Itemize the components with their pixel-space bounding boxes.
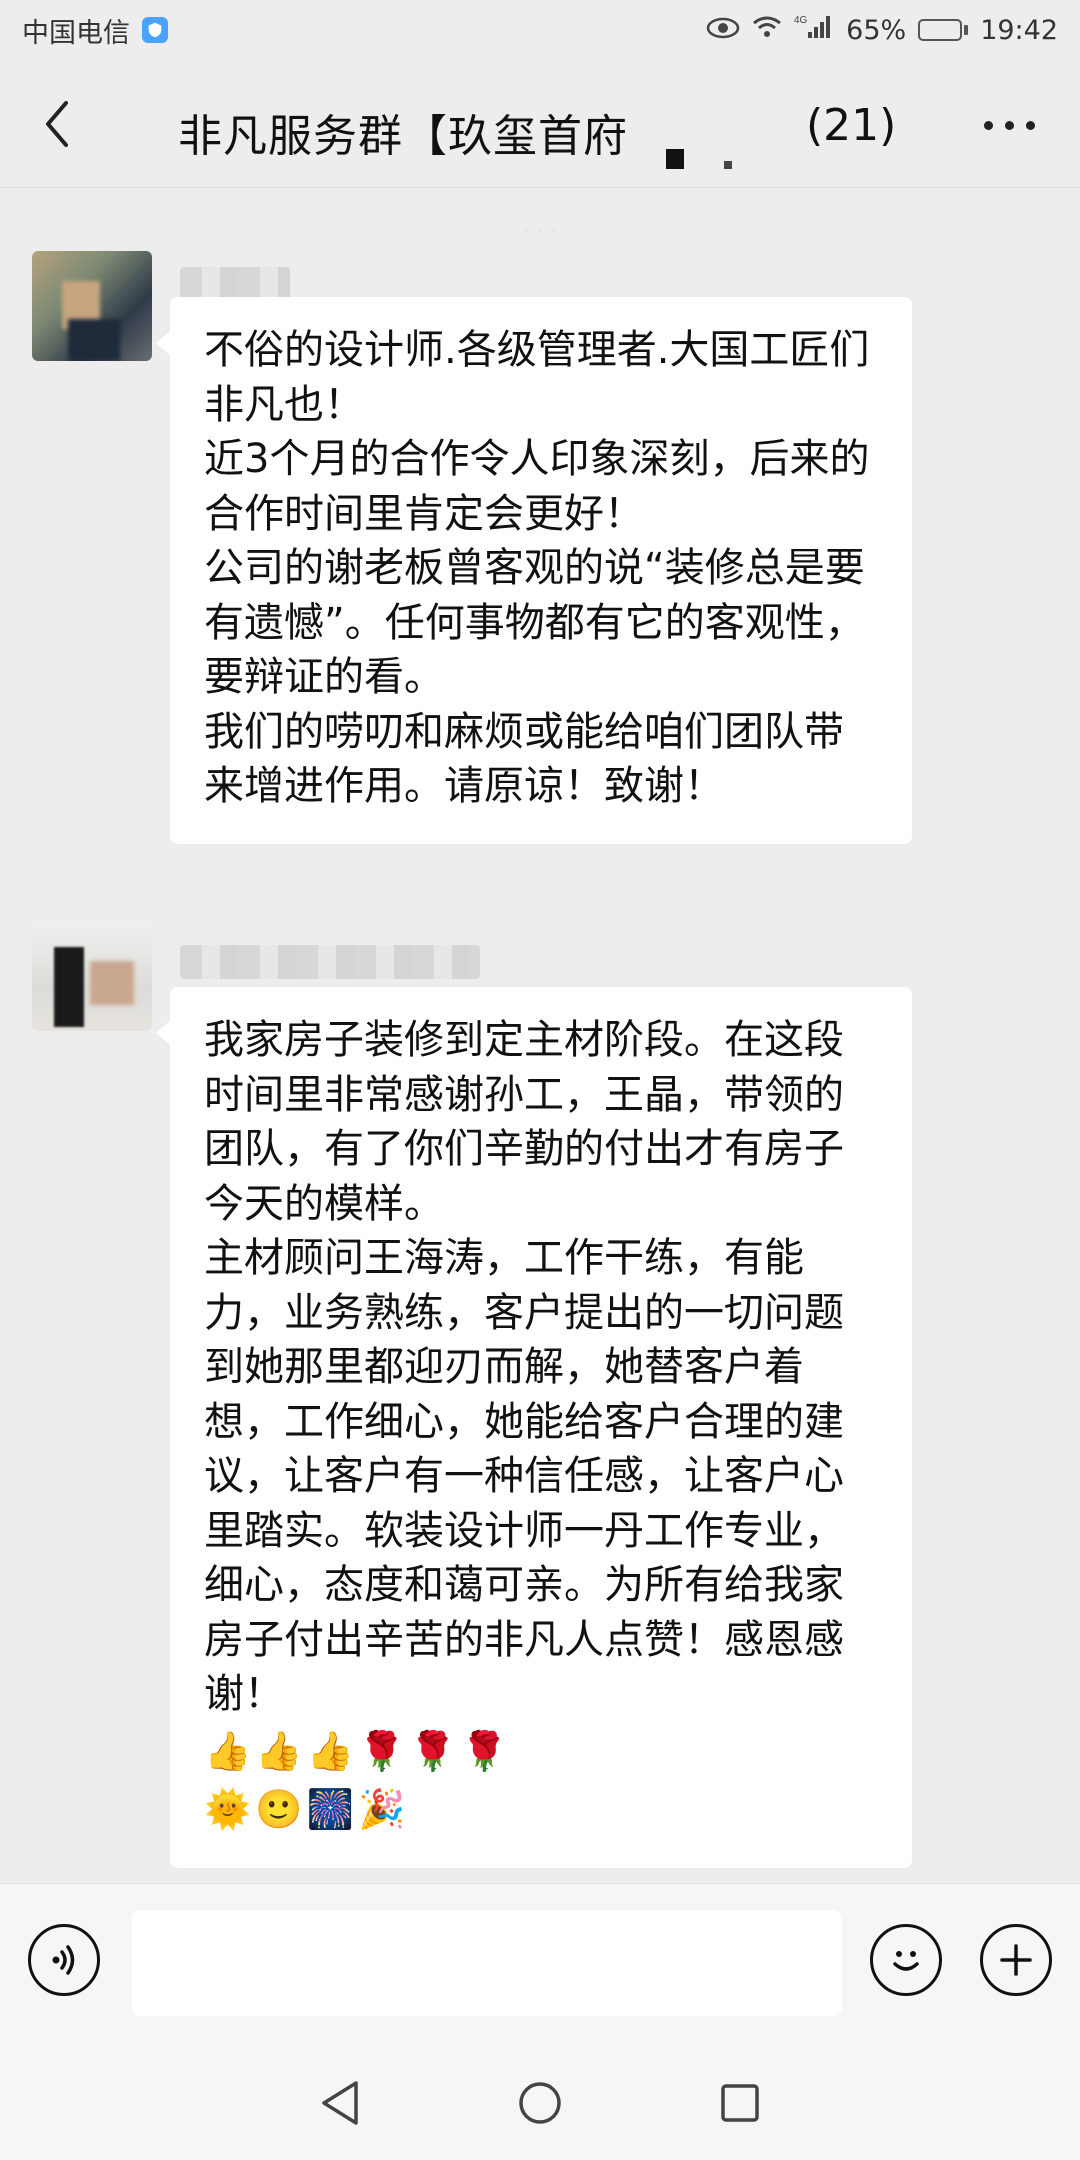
chat-title-text: 非凡服务群【玖玺首府	[178, 111, 628, 162]
smile-emoji: 🙂	[255, 1786, 303, 1831]
input-bar	[0, 1883, 1080, 2044]
status-left: 中国电信	[22, 11, 168, 50]
nav-back-button[interactable]	[310, 2073, 370, 2133]
voice-icon	[52, 1945, 75, 1975]
message-line: 近3个月的合作令人印象深刻，后来的合作时间里肯定会更好！	[204, 436, 870, 537]
nav-home-icon	[519, 2082, 561, 2124]
sun-emoji: 🌞	[204, 1786, 252, 1831]
signal-icon: 4G	[794, 14, 834, 47]
message-line: 公司的谢老板曾客观的说“装修总是要有遗憾”。任何事物都有它的客观性，要辩证的看。	[204, 545, 865, 700]
status-bar: 中国电信 4G 65% 19:42	[0, 0, 1080, 60]
battery-icon	[918, 19, 969, 41]
clock-time: 19:42	[980, 14, 1058, 46]
voice-button[interactable]	[28, 1924, 100, 1996]
rose-emoji: 🌹	[357, 1728, 406, 1773]
svg-text:4G: 4G	[794, 15, 808, 26]
chevron-left-icon	[46, 101, 68, 147]
thumbs-up-emoji: 👍	[204, 1728, 252, 1773]
chat-title: 非凡服务群【玖玺首府	[178, 100, 764, 169]
thumbs-up-emoji: 👍	[255, 1728, 303, 1773]
emoji-icon	[893, 1951, 919, 1971]
nav-recent-icon	[721, 2084, 759, 2122]
message-bubble[interactable]: 不俗的设计师.各级管理者.大国工匠们非凡也！ 近3个月的合作令人印象深刻，后来的…	[156, 297, 912, 844]
message-list[interactable]: 不俗的设计师.各级管理者.大国工匠们非凡也！ 近3个月的合作令人印象深刻，后来的…	[0, 189, 1080, 1879]
message-line: 不俗的设计师.各级管理者.大国工匠们非凡也！	[204, 327, 870, 428]
emoji-button[interactable]	[870, 1924, 942, 1996]
sender-avatar[interactable]	[32, 251, 152, 361]
rose-emoji: 🌹	[460, 1728, 508, 1773]
eye-icon	[706, 15, 740, 46]
message-line: 我家房子装修到定主材阶段。在这段时间里非常感谢孙工，王晶，带领的团队，有了你们辛…	[204, 1017, 844, 1227]
hd-badge-icon	[142, 17, 168, 43]
emoji-row: 🌞 🙂 🎆 🎉	[204, 1780, 878, 1838]
carrier-name: 中国电信	[22, 17, 130, 49]
chat-header: 非凡服务群【玖玺首府 (21) · · ·	[0, 60, 1080, 243]
plus-icon	[1000, 1944, 1032, 1976]
system-nav-bar	[0, 2043, 1080, 2160]
sender-name-redacted	[180, 267, 290, 301]
fireworks-emoji: 🎆	[306, 1786, 354, 1831]
nav-recent-button[interactable]	[710, 2073, 770, 2133]
battery-percent: 65%	[846, 14, 907, 46]
nav-back-icon	[322, 2081, 358, 2125]
sender-avatar[interactable]	[32, 921, 152, 1031]
message-input[interactable]	[132, 1910, 842, 2016]
message-line: 主材顾问王海涛，工作干练，有能力，业务熟练，客户提出的一切问题到她那里都迎刃而解…	[204, 1235, 844, 1717]
party-popper-emoji: 🎉	[357, 1786, 406, 1831]
emoji-row: 👍 👍 👍 🌹 🌹 🌹	[204, 1722, 878, 1780]
sender-name-redacted	[180, 945, 480, 979]
more-button[interactable]	[974, 100, 1044, 150]
back-button[interactable]	[32, 96, 82, 152]
rose-emoji: 🌹	[409, 1728, 457, 1773]
more-dots-icon	[983, 120, 993, 130]
member-count: (21)	[806, 100, 897, 151]
wifi-icon	[752, 15, 782, 46]
nav-home-button[interactable]	[510, 2073, 570, 2133]
redacted-title-part	[640, 129, 752, 169]
message-line: 我们的唠叨和麻烦或能给咱们团队带来增进作用。请原谅！致谢！	[204, 708, 844, 810]
status-right: 4G 65% 19:42	[706, 14, 1058, 47]
plus-button[interactable]	[980, 1924, 1052, 1996]
thumbs-up-emoji: 👍	[306, 1728, 354, 1773]
message-bubble[interactable]: 我家房子装修到定主材阶段。在这段时间里非常感谢孙工，王晶，带领的团队，有了你们辛…	[156, 987, 912, 1868]
